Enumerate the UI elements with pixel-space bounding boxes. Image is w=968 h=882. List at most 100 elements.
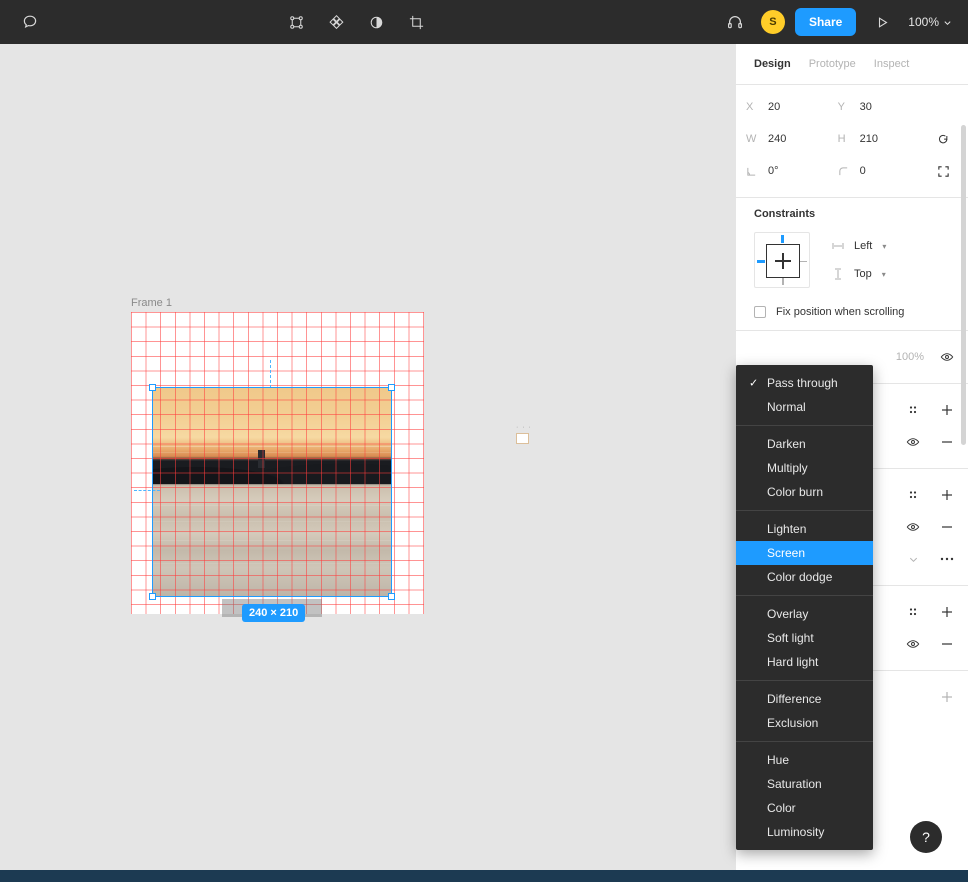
menu-item-screen[interactable]: Screen bbox=[736, 541, 873, 565]
menu-item-label: Multiply bbox=[767, 461, 808, 475]
photo-tower bbox=[257, 450, 265, 468]
w-label: W bbox=[746, 133, 757, 145]
property-rotation[interactable]: 0° bbox=[746, 165, 838, 177]
menu-item-exclusion[interactable]: Exclusion bbox=[736, 711, 873, 735]
menu-item-lighten[interactable]: Lighten bbox=[736, 517, 873, 541]
menu-item-hue[interactable]: Hue bbox=[736, 748, 873, 772]
tab-inspect[interactable]: Inspect bbox=[874, 58, 909, 70]
constraint-marker-right[interactable] bbox=[799, 260, 807, 262]
menu-item-color-burn[interactable]: Color burn bbox=[736, 480, 873, 504]
menu-item-multiply[interactable]: Multiply bbox=[736, 456, 873, 480]
frame-1[interactable] bbox=[131, 312, 424, 614]
fix-position-row[interactable]: Fix position when scrolling bbox=[754, 306, 950, 318]
menu-item-label: Saturation bbox=[767, 777, 822, 791]
headphones-icon[interactable] bbox=[719, 6, 751, 38]
constraints-widget[interactable] bbox=[754, 232, 810, 288]
panel-scrollbar[interactable] bbox=[961, 125, 966, 445]
fix-position-label: Fix position when scrolling bbox=[776, 306, 905, 318]
menu-item-color[interactable]: Color bbox=[736, 796, 873, 820]
visibility-eye-icon[interactable] bbox=[902, 633, 924, 655]
opacity-value[interactable]: 100% bbox=[896, 351, 924, 363]
property-row-rotation: 0° 0 bbox=[746, 155, 958, 187]
zoom-control[interactable]: 100% bbox=[908, 15, 958, 29]
drag-handle-icon[interactable] bbox=[902, 484, 924, 506]
mask-tool-icon[interactable] bbox=[360, 6, 392, 38]
mini-object[interactable]: · · · bbox=[516, 424, 532, 444]
chevron-down-icon bbox=[944, 20, 951, 25]
menu-item-label: Exclusion bbox=[767, 716, 819, 730]
menu-item-pass-through[interactable]: ✓ Pass through bbox=[736, 371, 873, 395]
play-icon[interactable] bbox=[866, 6, 898, 38]
footer-bar bbox=[0, 870, 968, 882]
image-layer[interactable] bbox=[152, 387, 392, 597]
constraint-dropdowns: Left ▾ Top ▾ bbox=[832, 232, 886, 280]
menu-item-label: Normal bbox=[767, 400, 806, 414]
add-effect-button[interactable] bbox=[936, 601, 958, 623]
menu-item-darken[interactable]: Darken bbox=[736, 432, 873, 456]
mini-object-rect bbox=[516, 433, 529, 444]
visibility-eye-icon[interactable] bbox=[936, 346, 958, 368]
constraint-horizontal-dropdown[interactable]: Left ▾ bbox=[832, 240, 886, 252]
tab-design[interactable]: Design bbox=[754, 58, 791, 70]
constraint-vertical-dropdown[interactable]: Top ▾ bbox=[832, 268, 886, 280]
menu-item-overlay[interactable]: Overlay bbox=[736, 602, 873, 626]
menu-item-label: Luminosity bbox=[767, 825, 825, 839]
menu-item-color-dodge[interactable]: Color dodge bbox=[736, 565, 873, 589]
menu-separator bbox=[736, 680, 873, 681]
menu-separator bbox=[736, 425, 873, 426]
frame-tool-icon[interactable] bbox=[280, 6, 312, 38]
property-corner-radius[interactable]: 0 bbox=[838, 165, 930, 177]
constrain-proportions-icon[interactable] bbox=[929, 133, 958, 146]
menu-item-label: Color dodge bbox=[767, 570, 833, 584]
y-label: Y bbox=[837, 101, 846, 113]
constraints-title: Constraints bbox=[754, 208, 816, 220]
comment-bubble-icon[interactable] bbox=[14, 6, 46, 38]
share-button[interactable]: Share bbox=[794, 8, 857, 36]
x-label: X bbox=[746, 101, 754, 113]
drag-handle-icon[interactable] bbox=[902, 601, 924, 623]
constraint-marker-bottom[interactable] bbox=[782, 277, 784, 285]
menu-item-difference[interactable]: Difference bbox=[736, 687, 873, 711]
frame-label[interactable]: Frame 1 bbox=[131, 297, 172, 309]
chevron-down-icon: ▾ bbox=[882, 241, 887, 251]
smart-guide-horizontal bbox=[134, 490, 160, 491]
property-y[interactable]: Y 30 bbox=[838, 101, 930, 113]
add-export-button[interactable] bbox=[936, 686, 958, 708]
remove-effect-button[interactable] bbox=[936, 633, 958, 655]
avatar[interactable]: S bbox=[760, 10, 785, 34]
vertical-constraint-icon bbox=[832, 268, 844, 280]
fix-position-checkbox[interactable] bbox=[754, 306, 766, 318]
zoom-level-label: 100% bbox=[908, 15, 939, 29]
remove-fill-button[interactable] bbox=[936, 431, 958, 453]
visibility-eye-icon[interactable] bbox=[902, 431, 924, 453]
menu-separator bbox=[736, 510, 873, 511]
add-fill-button[interactable] bbox=[936, 399, 958, 421]
design-canvas[interactable]: Frame 1 240 × 210 · · · bbox=[0, 44, 735, 870]
menu-item-soft-light[interactable]: Soft light bbox=[736, 626, 873, 650]
crop-tool-icon[interactable] bbox=[400, 6, 432, 38]
menu-item-hard-light[interactable]: Hard light bbox=[736, 650, 873, 674]
help-button[interactable]: ? bbox=[910, 821, 942, 853]
w-value: 240 bbox=[768, 133, 787, 145]
menu-item-normal[interactable]: Normal bbox=[736, 395, 873, 419]
remove-stroke-button[interactable] bbox=[936, 516, 958, 538]
property-width[interactable]: W 240 bbox=[746, 133, 838, 145]
menu-separator bbox=[736, 741, 873, 742]
property-x[interactable]: X 20 bbox=[746, 101, 838, 113]
visibility-eye-icon[interactable] bbox=[902, 516, 924, 538]
constraint-marker-top[interactable] bbox=[781, 235, 784, 243]
chevron-down-icon[interactable] bbox=[902, 548, 924, 570]
independent-corners-icon[interactable] bbox=[929, 165, 958, 178]
menu-item-label: Hard light bbox=[767, 655, 819, 669]
h-value: 210 bbox=[859, 133, 879, 145]
menu-item-luminosity[interactable]: Luminosity bbox=[736, 820, 873, 844]
add-stroke-button[interactable] bbox=[936, 484, 958, 506]
menu-item-label: Hue bbox=[767, 753, 790, 767]
stroke-more-options-button[interactable] bbox=[936, 548, 958, 570]
constraint-marker-left[interactable] bbox=[757, 260, 765, 263]
drag-handle-icon[interactable] bbox=[902, 399, 924, 421]
component-tool-icon[interactable] bbox=[320, 6, 352, 38]
tab-prototype[interactable]: Prototype bbox=[809, 58, 856, 70]
property-height[interactable]: H 210 bbox=[838, 133, 930, 145]
menu-item-saturation[interactable]: Saturation bbox=[736, 772, 873, 796]
